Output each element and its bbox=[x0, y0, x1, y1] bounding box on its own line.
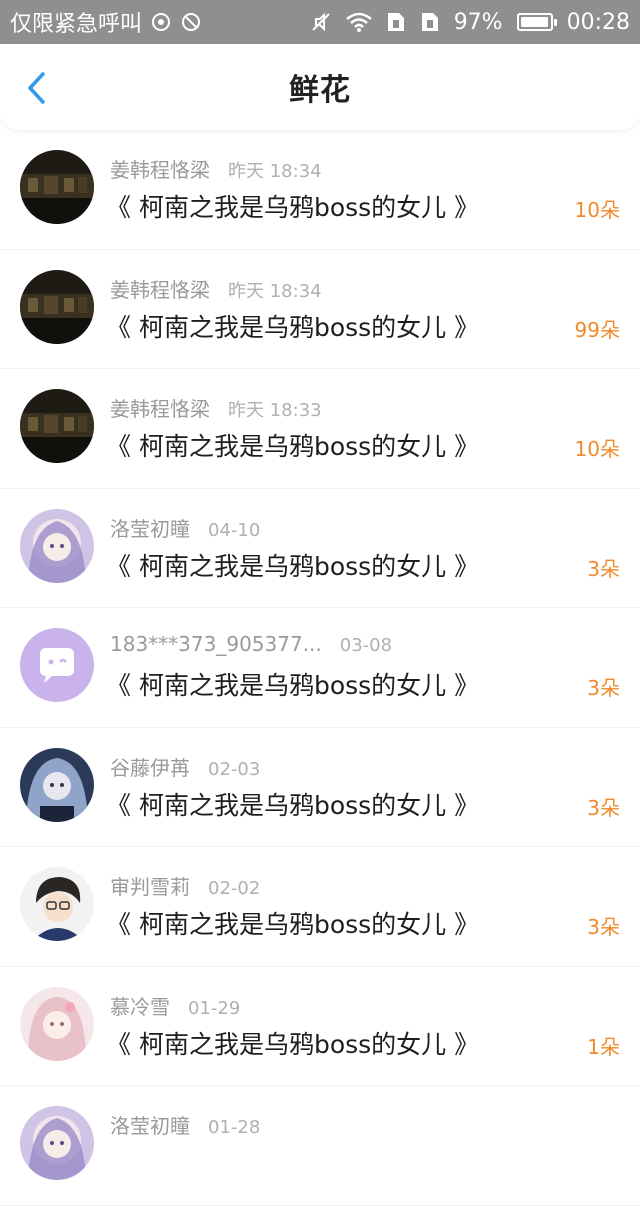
timestamp: 02-02 bbox=[208, 878, 261, 899]
item-meta: 谷藤伊苒 02-03 bbox=[110, 752, 260, 781]
hotspot-icon bbox=[150, 11, 172, 33]
status-right: 97% 00:28 bbox=[310, 10, 630, 35]
avatar[interactable] bbox=[20, 269, 94, 344]
book-title[interactable]: 《 柯南之我是乌鸦boss的女儿 》 bbox=[106, 905, 479, 941]
item-meta: 姜韩程恪梁 昨天 18:33 bbox=[110, 393, 322, 422]
back-button[interactable] bbox=[18, 68, 54, 108]
chevron-left-icon bbox=[28, 72, 45, 104]
book-title[interactable]: 《 柯南之我是乌鸦boss的女儿 》 bbox=[106, 308, 479, 344]
book-title[interactable]: 《 柯南之我是乌鸦boss的女儿 》 bbox=[106, 1025, 479, 1061]
avatar[interactable] bbox=[20, 150, 94, 224]
flower-count: 10朵 bbox=[574, 437, 620, 461]
header: 鲜花 bbox=[0, 44, 640, 130]
book-title[interactable]: 《 柯南之我是乌鸦boss的女儿 》 bbox=[106, 547, 479, 583]
sender-name[interactable]: 姜韩程恪梁 bbox=[110, 393, 210, 422]
flower-count: 10朵 bbox=[574, 198, 620, 222]
avatar[interactable] bbox=[20, 986, 94, 1061]
item-meta: 洛莹初瞳 01-28 bbox=[110, 1110, 260, 1139]
list-item[interactable]: 洛莹初瞳 04-10 《 柯南之我是乌鸦boss的女儿 》 3朵 bbox=[0, 489, 640, 608]
sender-name[interactable]: 姜韩程恪梁 bbox=[110, 274, 210, 303]
page-title: 鲜花 bbox=[289, 73, 351, 108]
item-meta: 审判雪莉 02-02 bbox=[110, 871, 260, 900]
mute-icon bbox=[310, 11, 332, 33]
sender-name[interactable]: 183***373_905377... bbox=[110, 632, 322, 656]
sender-name[interactable]: 姜韩程恪梁 bbox=[110, 154, 210, 183]
item-meta: 慕冷雪 01-29 bbox=[110, 991, 240, 1020]
flower-count: 1朵 bbox=[587, 1034, 620, 1059]
sender-name[interactable]: 谷藤伊苒 bbox=[110, 752, 190, 781]
status-bar: 仅限紧急呼叫 97% 00:28 bbox=[0, 0, 640, 44]
list-item[interactable]: 审判雪莉 02-02 《 柯南之我是乌鸦boss的女儿 》 3朵 bbox=[0, 847, 640, 967]
avatar[interactable] bbox=[20, 747, 94, 822]
timestamp: 04-10 bbox=[208, 519, 261, 541]
timestamp: 昨天 18:33 bbox=[228, 400, 322, 421]
timestamp: 昨天 18:34 bbox=[228, 161, 322, 182]
flower-count: 3朵 bbox=[587, 915, 620, 939]
book-title[interactable]: 《 柯南之我是乌鸦boss的女儿 》 bbox=[106, 666, 479, 702]
list-item[interactable]: 姜韩程恪梁 昨天 18:34 《 柯南之我是乌鸦boss的女儿 》 99朵 bbox=[0, 250, 640, 369]
sync-off-icon bbox=[180, 11, 202, 33]
avatar[interactable] bbox=[20, 508, 94, 583]
list-item[interactable]: 姜韩程恪梁 昨天 18:33 《 柯南之我是乌鸦boss的女儿 》 10朵 bbox=[0, 369, 640, 489]
wifi-icon bbox=[345, 12, 372, 32]
book-title[interactable]: 《 柯南之我是乌鸦boss的女儿 》 bbox=[106, 786, 479, 822]
status-left: 仅限紧急呼叫 bbox=[10, 6, 202, 38]
book-title[interactable]: 《 柯南之我是乌鸦boss的女儿 》 bbox=[106, 188, 479, 224]
sim1-icon bbox=[386, 11, 406, 33]
list-item[interactable]: 洛莹初瞳 01-28 bbox=[0, 1086, 640, 1206]
sim2-icon bbox=[420, 11, 440, 33]
item-meta: 洛莹初瞳 04-10 bbox=[110, 513, 260, 542]
sender-name[interactable]: 洛莹初瞳 bbox=[110, 513, 190, 542]
flower-count: 3朵 bbox=[587, 676, 620, 700]
battery-fill bbox=[520, 17, 548, 27]
timestamp: 03-08 bbox=[339, 635, 393, 656]
sender-name[interactable]: 审判雪莉 bbox=[110, 871, 190, 900]
timestamp: 01-28 bbox=[208, 1117, 261, 1138]
timestamp: 02-03 bbox=[208, 758, 261, 780]
flower-count: 3朵 bbox=[587, 795, 620, 820]
carrier-text: 仅限紧急呼叫 bbox=[10, 12, 143, 37]
sender-name[interactable]: 洛莹初瞳 bbox=[110, 1110, 190, 1139]
flower-count: 99朵 bbox=[574, 317, 620, 342]
flower-list[interactable]: 姜韩程恪梁 昨天 18:34 《 柯南之我是乌鸦boss的女儿 》 10朵 姜韩… bbox=[0, 130, 640, 1206]
list-item[interactable]: 慕冷雪 01-29 《 柯南之我是乌鸦boss的女儿 》 1朵 bbox=[0, 967, 640, 1086]
book-title[interactable]: 《 柯南之我是乌鸦boss的女儿 》 bbox=[106, 427, 479, 463]
avatar[interactable] bbox=[20, 867, 94, 941]
timestamp: 01-29 bbox=[188, 997, 241, 1019]
sender-name[interactable]: 慕冷雪 bbox=[110, 991, 170, 1020]
list-item[interactable]: 姜韩程恪梁 昨天 18:34 《 柯南之我是乌鸦boss的女儿 》 10朵 bbox=[0, 130, 640, 250]
list-item[interactable]: 183***373_905377... 03-08 《 柯南之我是乌鸦boss的… bbox=[0, 608, 640, 728]
battery-icon bbox=[516, 13, 557, 31]
avatar[interactable] bbox=[20, 389, 94, 463]
avatar[interactable] bbox=[20, 1106, 94, 1180]
timestamp: 昨天 18:34 bbox=[228, 280, 322, 302]
item-meta: 183***373_905377... 03-08 bbox=[110, 632, 392, 656]
battery-percent: 97% bbox=[453, 9, 503, 35]
item-meta: 姜韩程恪梁 昨天 18:34 bbox=[110, 154, 322, 183]
list-item[interactable]: 谷藤伊苒 02-03 《 柯南之我是乌鸦boss的女儿 》 3朵 bbox=[0, 728, 640, 847]
flower-count: 3朵 bbox=[587, 556, 620, 581]
item-meta: 姜韩程恪梁 昨天 18:34 bbox=[110, 274, 322, 303]
avatar[interactable] bbox=[20, 628, 94, 702]
clock: 00:28 bbox=[566, 9, 630, 35]
